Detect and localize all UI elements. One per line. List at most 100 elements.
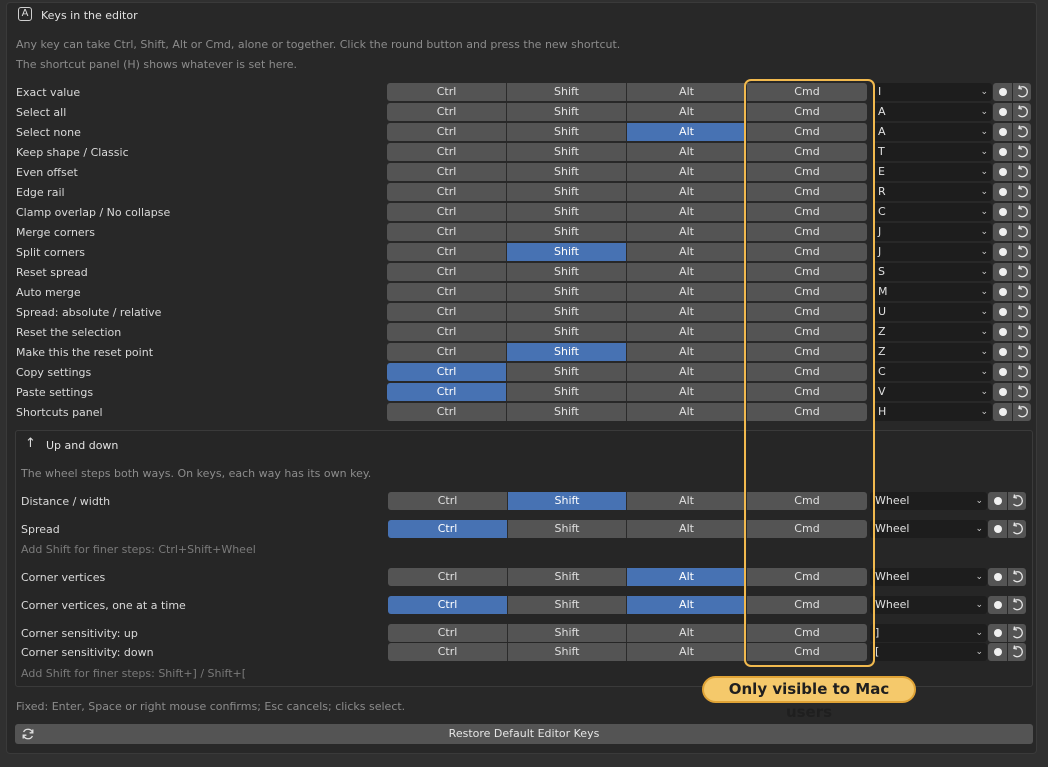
alt-modifier-toggle[interactable]: Alt (627, 163, 747, 181)
alt-modifier-toggle[interactable]: Alt (627, 343, 747, 361)
shift-modifier-toggle[interactable]: Shift (507, 323, 627, 341)
key-dropdown[interactable]: C ⌄ (873, 203, 992, 221)
alt-modifier-toggle[interactable]: Alt (627, 103, 747, 121)
cmd-modifier-toggle[interactable]: Cmd (747, 103, 867, 121)
cmd-modifier-toggle[interactable]: Cmd (747, 624, 867, 642)
alt-modifier-toggle[interactable]: Alt (627, 492, 747, 510)
ctrl-modifier-toggle[interactable]: Ctrl (387, 283, 507, 301)
cmd-modifier-toggle[interactable]: Cmd (747, 83, 867, 101)
cmd-modifier-toggle[interactable]: Cmd (747, 163, 867, 181)
alt-modifier-toggle[interactable]: Alt (627, 643, 747, 661)
cmd-modifier-toggle[interactable]: Cmd (747, 596, 867, 614)
cmd-modifier-toggle[interactable]: Cmd (747, 343, 867, 361)
ctrl-modifier-toggle[interactable]: Ctrl (388, 520, 508, 538)
shift-modifier-toggle[interactable]: Shift (507, 83, 627, 101)
cmd-modifier-toggle[interactable]: Cmd (747, 403, 867, 421)
key-dropdown[interactable]: Wheel ⌄ (870, 492, 987, 510)
key-dropdown[interactable]: J ⌄ (873, 223, 992, 241)
reset-shortcut-button[interactable] (1012, 383, 1031, 401)
shift-modifier-toggle[interactable]: Shift (508, 492, 627, 510)
shift-modifier-toggle[interactable]: Shift (507, 303, 627, 321)
alt-modifier-toggle[interactable]: Alt (627, 203, 747, 221)
alt-modifier-toggle[interactable]: Alt (627, 243, 747, 261)
reset-shortcut-button[interactable] (1007, 596, 1026, 614)
alt-modifier-toggle[interactable]: Alt (627, 383, 747, 401)
cmd-modifier-toggle[interactable]: Cmd (747, 123, 867, 141)
cmd-modifier-toggle[interactable]: Cmd (747, 303, 867, 321)
cmd-modifier-toggle[interactable]: Cmd (747, 183, 867, 201)
record-shortcut-button[interactable] (993, 263, 1012, 281)
shift-modifier-toggle[interactable]: Shift (507, 103, 627, 121)
ctrl-modifier-toggle[interactable]: Ctrl (387, 163, 507, 181)
record-shortcut-button[interactable] (993, 183, 1012, 201)
reset-shortcut-button[interactable] (1012, 403, 1031, 421)
record-shortcut-button[interactable] (988, 624, 1007, 642)
key-dropdown[interactable]: H ⌄ (873, 403, 992, 421)
cmd-modifier-toggle[interactable]: Cmd (747, 643, 867, 661)
reset-shortcut-button[interactable] (1012, 203, 1031, 221)
cmd-modifier-toggle[interactable]: Cmd (747, 283, 867, 301)
shift-modifier-toggle[interactable]: Shift (508, 520, 627, 538)
key-dropdown[interactable]: E ⌄ (873, 163, 992, 181)
key-dropdown[interactable]: T ⌄ (873, 143, 992, 161)
ctrl-modifier-toggle[interactable]: Ctrl (388, 596, 508, 614)
reset-shortcut-button[interactable] (1012, 123, 1031, 141)
record-shortcut-button[interactable] (993, 203, 1012, 221)
ctrl-modifier-toggle[interactable]: Ctrl (387, 103, 507, 121)
key-dropdown[interactable]: [⌄ (870, 643, 987, 661)
cmd-modifier-toggle[interactable]: Cmd (747, 363, 867, 381)
record-shortcut-button[interactable] (988, 568, 1007, 586)
key-dropdown[interactable]: R ⌄ (873, 183, 992, 201)
key-dropdown[interactable]: I ⌄ (873, 83, 992, 101)
key-dropdown[interactable]: A ⌄ (873, 123, 992, 141)
cmd-modifier-toggle[interactable]: Cmd (747, 568, 867, 586)
ctrl-modifier-toggle[interactable]: Ctrl (387, 403, 507, 421)
ctrl-modifier-toggle[interactable]: Ctrl (387, 123, 507, 141)
ctrl-modifier-toggle[interactable]: Ctrl (387, 323, 507, 341)
record-shortcut-button[interactable] (993, 123, 1012, 141)
reset-shortcut-button[interactable] (1007, 492, 1026, 510)
ctrl-modifier-toggle[interactable]: Ctrl (388, 643, 508, 661)
key-dropdown[interactable]: J ⌄ (873, 243, 992, 261)
alt-modifier-toggle[interactable]: Alt (627, 403, 747, 421)
reset-shortcut-button[interactable] (1012, 243, 1031, 261)
alt-modifier-toggle[interactable]: Alt (627, 223, 747, 241)
ctrl-modifier-toggle[interactable]: Ctrl (387, 143, 507, 161)
alt-modifier-toggle[interactable]: Alt (627, 568, 747, 586)
ctrl-modifier-toggle[interactable]: Ctrl (387, 243, 507, 261)
shift-modifier-toggle[interactable]: Shift (507, 243, 627, 261)
ctrl-modifier-toggle[interactable]: Ctrl (387, 363, 507, 381)
record-shortcut-button[interactable] (988, 492, 1007, 510)
reset-shortcut-button[interactable] (1007, 520, 1026, 538)
record-shortcut-button[interactable] (988, 643, 1007, 661)
shift-modifier-toggle[interactable]: Shift (507, 123, 627, 141)
record-shortcut-button[interactable] (988, 596, 1007, 614)
alt-modifier-toggle[interactable]: Alt (627, 83, 747, 101)
restore-default-keys-button[interactable]: Restore Default Editor Keys (15, 724, 1033, 744)
reset-shortcut-button[interactable] (1007, 643, 1026, 661)
shift-modifier-toggle[interactable]: Shift (507, 283, 627, 301)
reset-shortcut-button[interactable] (1012, 363, 1031, 381)
reset-shortcut-button[interactable] (1007, 624, 1026, 642)
key-dropdown[interactable]: S ⌄ (873, 263, 992, 281)
reset-shortcut-button[interactable] (1012, 283, 1031, 301)
alt-modifier-toggle[interactable]: Alt (627, 123, 747, 141)
alt-modifier-toggle[interactable]: Alt (627, 303, 747, 321)
cmd-modifier-toggle[interactable]: Cmd (747, 383, 867, 401)
alt-modifier-toggle[interactable]: Alt (627, 520, 747, 538)
alt-modifier-toggle[interactable]: Alt (627, 283, 747, 301)
alt-modifier-toggle[interactable]: Alt (627, 363, 747, 381)
key-dropdown[interactable]: V ⌄ (873, 383, 992, 401)
record-shortcut-button[interactable] (993, 163, 1012, 181)
key-dropdown[interactable]: A ⌄ (873, 103, 992, 121)
reset-shortcut-button[interactable] (1012, 323, 1031, 341)
ctrl-modifier-toggle[interactable]: Ctrl (387, 223, 507, 241)
key-dropdown[interactable]: M ⌄ (873, 283, 992, 301)
alt-modifier-toggle[interactable]: Alt (627, 183, 747, 201)
ctrl-modifier-toggle[interactable]: Ctrl (387, 183, 507, 201)
ctrl-modifier-toggle[interactable]: Ctrl (387, 383, 507, 401)
ctrl-modifier-toggle[interactable]: Ctrl (388, 624, 508, 642)
cmd-modifier-toggle[interactable]: Cmd (747, 492, 867, 510)
key-dropdown[interactable]: Wheel ⌄ (870, 568, 987, 586)
record-shortcut-button[interactable] (993, 323, 1012, 341)
